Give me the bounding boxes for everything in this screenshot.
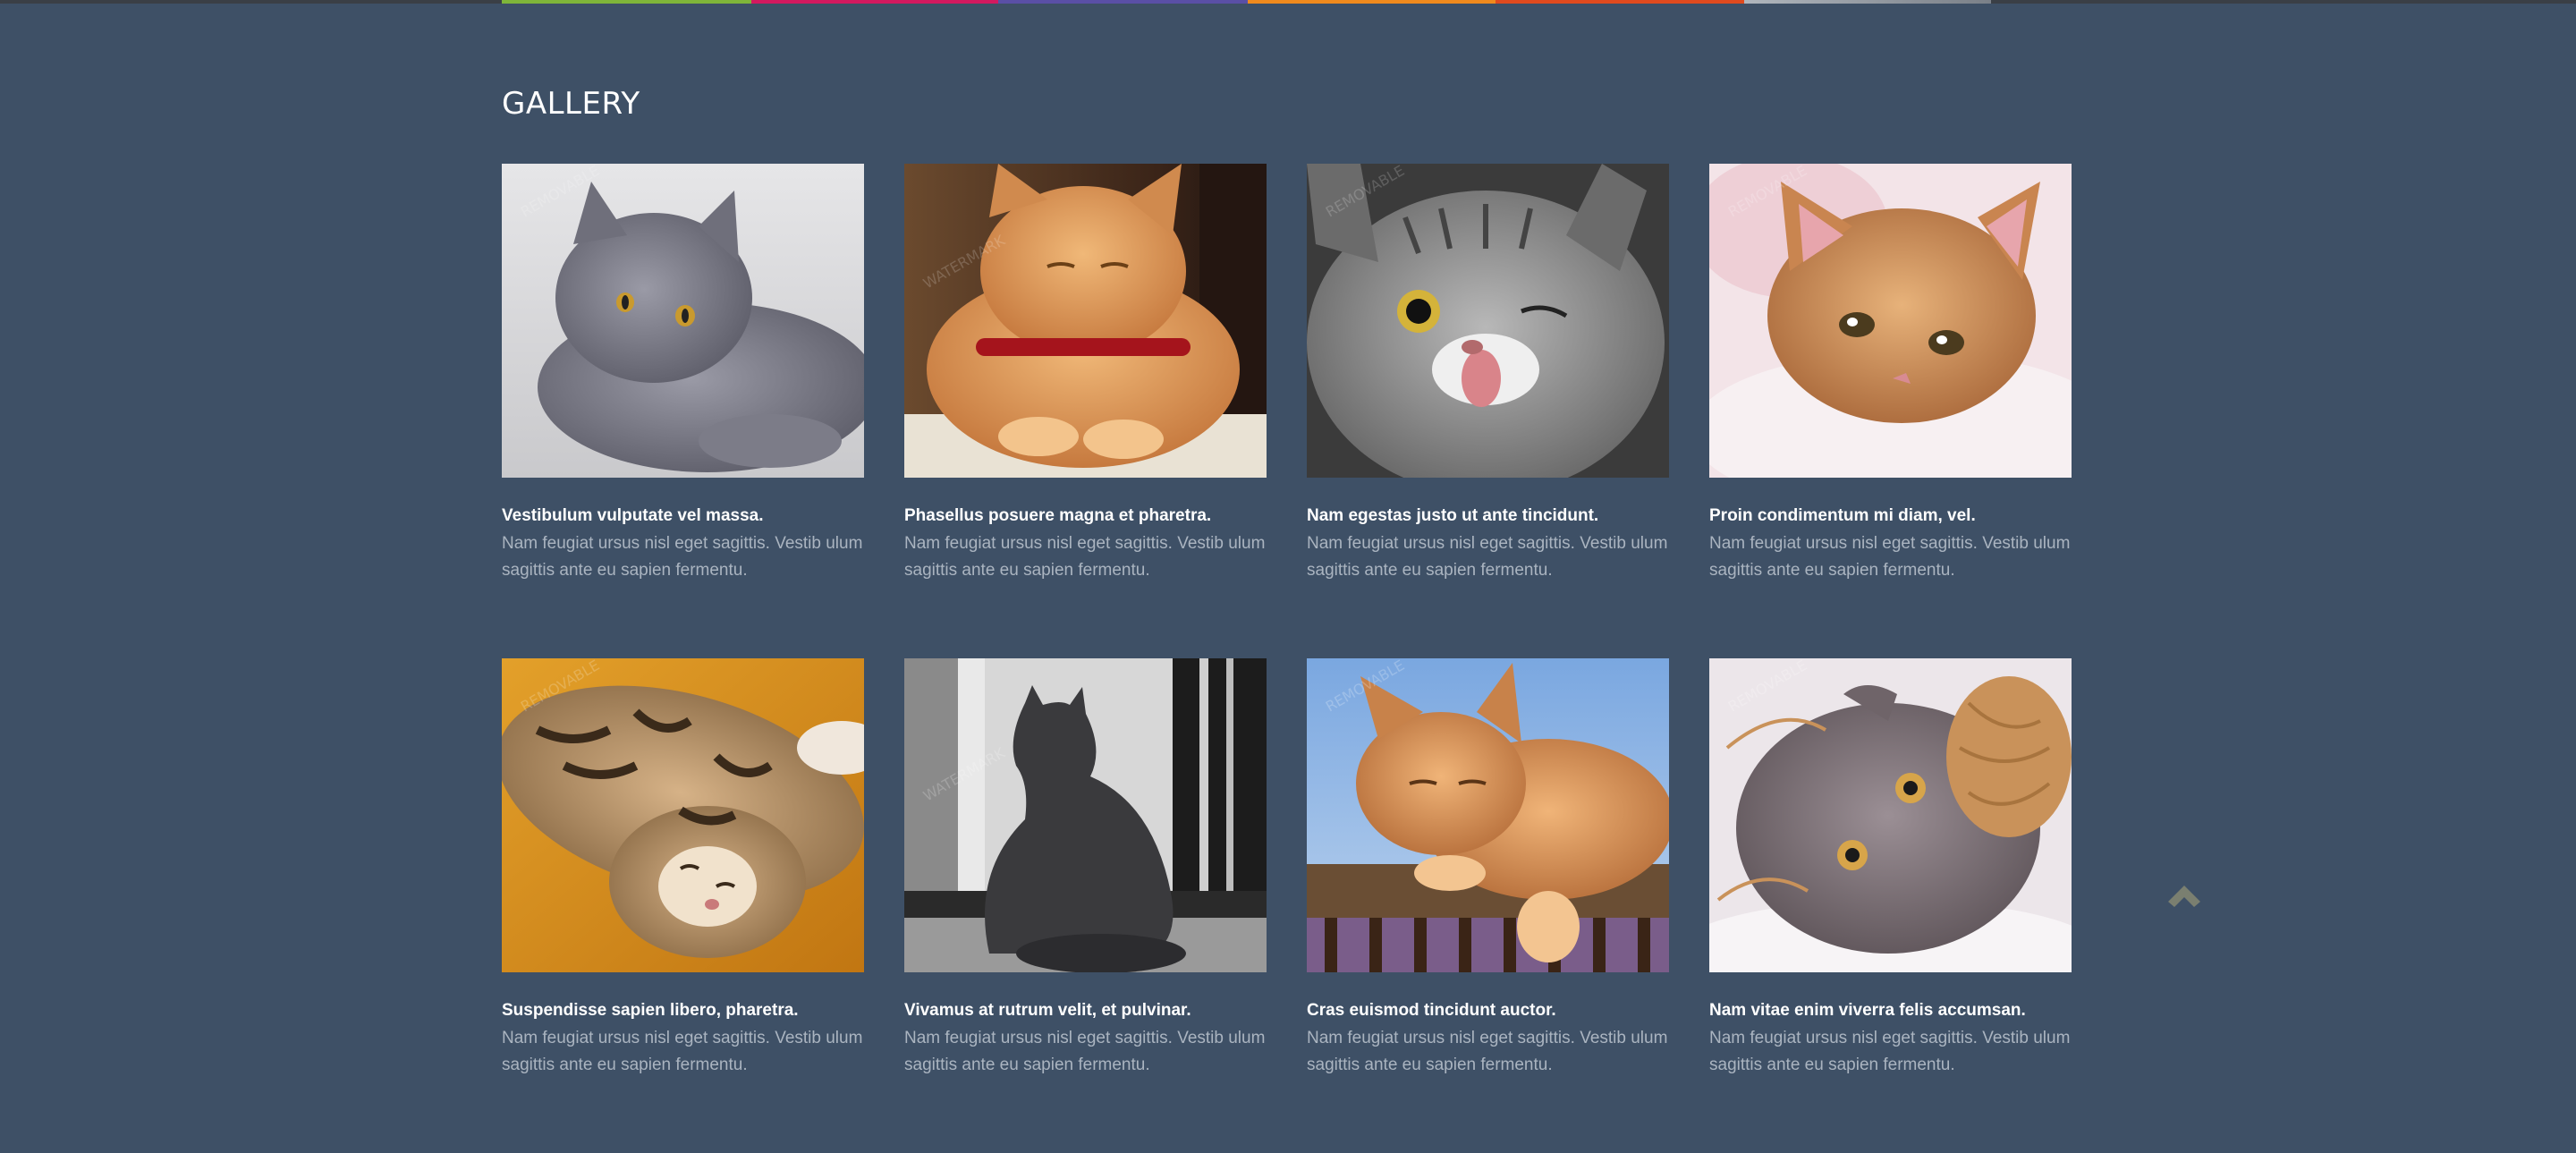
gallery-image[interactable]: REMOVABLE (1307, 658, 1669, 972)
gallery-item[interactable]: WATERMARK Phasellus posuere magna et pha… (904, 164, 1267, 658)
gallery-item-title[interactable]: Cras euismod tincidunt auctor. (1307, 1000, 1556, 1022)
tabby-cat-sleeping-photo: REMOVABLE (502, 658, 864, 972)
orange-kitten-blanket-photo: REMOVABLE (1709, 164, 2072, 478)
stripe-segment (998, 0, 1248, 4)
gallery-grid: REMOVABLE Vestibulum vulputate vel massa… (502, 164, 2073, 1153)
gallery-heading: GALLERY (502, 86, 640, 122)
gallery-image[interactable]: REMOVABLE (502, 164, 864, 478)
gallery-item-title[interactable]: Nam egestas justo ut ante tincidunt. (1307, 505, 1598, 527)
black-cat-window-photo: WATERMARK (904, 658, 1267, 972)
gallery-image[interactable]: REMOVABLE (1709, 658, 2072, 972)
grey-cat-yarn-photo: REMOVABLE (1709, 658, 2072, 972)
gallery-item[interactable]: REMOVABLE Nam egestas justo ut ante tinc… (1307, 164, 1669, 658)
gallery-item-title[interactable]: Suspendisse sapien libero, pharetra. (502, 1000, 799, 1022)
stripe-segment (1496, 0, 1744, 4)
gallery-item-description: Nam feugiat ursus nisl eget sagittis. Ve… (502, 1029, 863, 1074)
gallery-item[interactable]: REMOVABLE Cras euismod tincidunt auctor.… (1307, 658, 1669, 1153)
gallery-item-title[interactable]: Phasellus posuere magna et pharetra. (904, 505, 1211, 527)
stripe-segment (1991, 0, 2576, 4)
gallery-item-title[interactable]: Vivamus at rutrum velit, et pulvinar. (904, 1000, 1191, 1022)
gallery-item-title[interactable]: Nam vitae enim viverra felis accumsan. (1709, 1000, 2026, 1022)
gallery-item-description: Nam feugiat ursus nisl eget sagittis. Ve… (1307, 1029, 1668, 1074)
stripe-segment (1248, 0, 1496, 4)
gallery-image[interactable]: REMOVABLE (1709, 164, 2072, 478)
grey-cat-lying-photo: REMOVABLE (502, 164, 864, 478)
gallery-item[interactable]: REMOVABLE Suspendisse sapien libero, pha… (502, 658, 864, 1153)
gallery-item-description: Nam feugiat ursus nisl eget sagittis. Ve… (1709, 1029, 2071, 1074)
tabby-cat-winking-photo: REMOVABLE (1307, 164, 1669, 478)
stripe-segment (502, 0, 751, 4)
gallery-image[interactable]: REMOVABLE (502, 658, 864, 972)
gallery-item[interactable]: REMOVABLE Proin condimentum mi diam, vel… (1709, 164, 2072, 658)
gallery-item[interactable]: REMOVABLE Vestibulum vulputate vel massa… (502, 164, 864, 658)
top-color-stripe (0, 0, 2576, 4)
stripe-segment (0, 0, 502, 4)
ginger-cat-fence-photo: REMOVABLE (1307, 658, 1669, 972)
gallery-item-description: Nam feugiat ursus nisl eget sagittis. Ve… (904, 534, 1266, 580)
stripe-segment (751, 0, 998, 4)
gallery-item-description: Nam feugiat ursus nisl eget sagittis. Ve… (904, 1029, 1266, 1074)
gallery-item[interactable]: WATERMARK Vivamus at rutrum velit, et pu… (904, 658, 1267, 1153)
gallery-image[interactable]: WATERMARK (904, 164, 1267, 478)
gallery-item-description: Nam feugiat ursus nisl eget sagittis. Ve… (502, 534, 863, 580)
gallery-item-title[interactable]: Vestibulum vulputate vel massa. (502, 505, 764, 527)
stripe-segment (1744, 0, 1991, 4)
gallery-item-description: Nam feugiat ursus nisl eget sagittis. Ve… (1307, 534, 1668, 580)
scroll-to-top-button[interactable] (2166, 884, 2202, 909)
ginger-cat-red-collar-photo: WATERMARK (904, 164, 1267, 478)
gallery-item-description: Nam feugiat ursus nisl eget sagittis. Ve… (1709, 534, 2071, 580)
gallery-image[interactable]: WATERMARK (904, 658, 1267, 972)
gallery-item[interactable]: REMOVABLE Nam vitae enim viverra felis a… (1709, 658, 2072, 1153)
gallery-item-title[interactable]: Proin condimentum mi diam, vel. (1709, 505, 1976, 527)
gallery-image[interactable]: REMOVABLE (1307, 164, 1669, 478)
chevron-up-icon (2168, 886, 2200, 907)
